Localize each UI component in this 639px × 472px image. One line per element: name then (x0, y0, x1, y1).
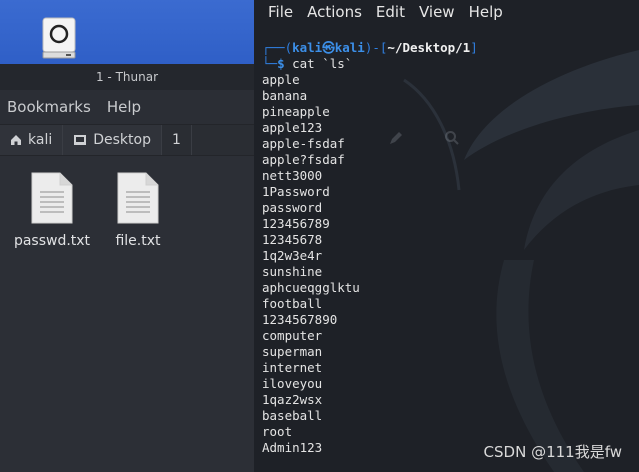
watermark: CSDN @111我是fw (483, 443, 622, 461)
output-line: internet (262, 360, 323, 375)
menu-help[interactable]: Help (469, 3, 503, 21)
window-title: 1 - Thunar (0, 64, 254, 90)
terminal-menubar: File Actions Edit View Help (254, 0, 639, 24)
prompt-host: kali (334, 40, 365, 55)
output-line: aphcueqgglktu (262, 280, 360, 295)
prompt-line: ┌──(kali㉿kali)-[~/Desktop/1] (262, 40, 478, 55)
output-line: computer (262, 328, 323, 343)
home-icon (11, 135, 21, 145)
desktop-background (0, 0, 254, 64)
output-line: apple-fsdaf (262, 136, 345, 151)
output-line: pineapple (262, 104, 330, 119)
command-text: cat `ls` (292, 56, 353, 71)
output-line: 1qaz2wsx (262, 392, 323, 407)
path-label: Desktop (93, 132, 151, 148)
menu-view[interactable]: View (419, 3, 455, 21)
command-line: └─$ cat `ls` (262, 56, 353, 71)
text-file-icon (31, 172, 73, 224)
output-line: 1q2w3e4r (262, 248, 323, 263)
path-label: kali (28, 132, 53, 148)
output-line: superman (262, 344, 323, 359)
path-button-kali[interactable]: kali (0, 125, 64, 155)
path-button-1[interactable]: 1 (161, 125, 192, 155)
output-line: password (262, 200, 323, 215)
thunar-window: 1 - Thunar Bookmarks Help kali Desktop 1 (0, 64, 261, 472)
drive-icon[interactable] (42, 17, 76, 59)
output-line: baseball (262, 408, 323, 423)
path-bar: kali Desktop 1 (0, 124, 254, 156)
menu-file[interactable]: File (268, 3, 293, 21)
output-line: apple?fsdaf (262, 152, 345, 167)
text-file-icon (117, 172, 159, 224)
thunar-menubar: Bookmarks Help (0, 90, 261, 124)
output-line: iloveyou (262, 376, 323, 391)
output-line: banana (262, 88, 308, 103)
file-view: passwd.txt file.txt (0, 156, 254, 472)
file-name: passwd.txt (13, 233, 91, 249)
output-line: sunshine (262, 264, 323, 279)
file-name: file.txt (115, 233, 161, 249)
output-lines: apple banana pineapple apple123 apple-fsdaf a… (262, 72, 637, 456)
prompt-user: kali (292, 40, 323, 55)
menu-help[interactable]: Help (107, 98, 141, 116)
output-line: apple (262, 72, 300, 87)
menu-edit[interactable]: Edit (376, 3, 405, 21)
output-line: apple123 (262, 120, 323, 135)
output-line: 12345678 (262, 232, 323, 247)
menu-actions[interactable]: Actions (307, 3, 362, 21)
output-line: 1234567890 (262, 312, 338, 327)
prompt-at: ㉿ (322, 40, 335, 55)
output-line: football (262, 296, 323, 311)
folder-icon (74, 135, 87, 145)
output-line: root (262, 424, 293, 439)
terminal-output: ┌──(kali㉿kali)-[~/Desktop/1] └─$ cat `ls… (262, 40, 637, 456)
output-line: 123456789 (262, 216, 330, 231)
file-item-passwd[interactable]: passwd.txt (7, 171, 97, 249)
file-item-file[interactable]: file.txt (93, 171, 183, 249)
prompt-dir: ~/Desktop/1 (387, 40, 471, 55)
terminal-window[interactable]: File Actions Edit View Help ┌──(kali㉿kal… (254, 0, 639, 472)
menu-bookmarks[interactable]: Bookmarks (7, 98, 91, 116)
output-line: 1Password (262, 184, 330, 199)
output-line: nett3000 (262, 168, 323, 183)
path-label: 1 (171, 132, 181, 148)
path-button-desktop[interactable]: Desktop (63, 125, 162, 155)
